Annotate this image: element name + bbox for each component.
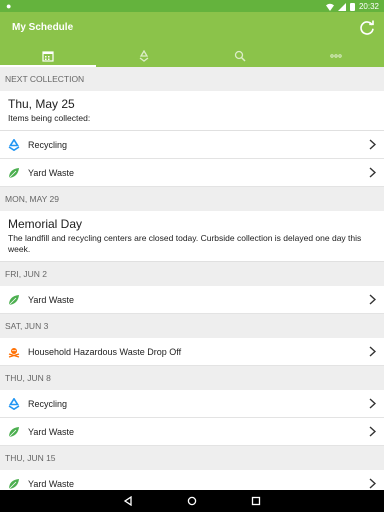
list-item-recycling[interactable]: Recycling <box>0 131 384 159</box>
item-label: Yard Waste <box>28 478 75 489</box>
leaf-icon <box>8 426 20 438</box>
leaf-icon <box>8 478 20 490</box>
item-label: Yard Waste <box>28 426 75 437</box>
leaf-icon <box>8 167 20 179</box>
refresh-icon[interactable] <box>358 19 376 37</box>
section-header: SAT, JUN 3 <box>0 314 384 338</box>
status-bar: ● 20:32 <box>0 0 384 12</box>
battery-icon <box>349 2 355 11</box>
location-pin-icon: ● <box>6 1 12 11</box>
recycle-icon <box>8 397 20 410</box>
wifi-icon <box>325 3 334 11</box>
section-header: NEXT COLLECTION <box>0 67 384 91</box>
chevron-right-icon <box>369 346 376 357</box>
holiday-card: Memorial Day The landfill and recycling … <box>0 211 384 262</box>
list-item-yard-waste[interactable]: Yard Waste <box>0 470 384 490</box>
chevron-right-icon <box>369 398 376 409</box>
item-label: Recycling <box>28 398 68 409</box>
section-header: MON, MAY 29 <box>0 187 384 211</box>
back-icon[interactable] <box>123 496 133 506</box>
system-nav-bar <box>0 490 384 512</box>
section-header: THU, JUN 8 <box>0 366 384 390</box>
more-icon <box>330 54 342 58</box>
list-item-hazardous-waste[interactable]: Household Hazardous Waste Drop Off <box>0 338 384 366</box>
calendar-icon <box>42 51 54 62</box>
tab-bar <box>0 45 384 67</box>
list-item-yard-waste[interactable]: Yard Waste <box>0 286 384 314</box>
chevron-right-icon <box>369 426 376 437</box>
home-icon[interactable] <box>187 496 197 506</box>
item-label: Yard Waste <box>28 294 75 305</box>
item-label: Yard Waste <box>28 167 75 178</box>
page-title: My Schedule <box>12 22 74 33</box>
signal-icon <box>337 2 346 11</box>
status-time: 20:32 <box>358 2 379 11</box>
chevron-right-icon <box>369 294 376 305</box>
list-item-yard-waste[interactable]: Yard Waste <box>0 159 384 187</box>
collection-subtitle: Items being collected: <box>8 113 91 123</box>
recycle-icon <box>139 50 149 62</box>
section-header: FRI, JUN 2 <box>0 262 384 286</box>
section-header: THU, JUN 15 <box>0 446 384 470</box>
schedule-list: NEXT COLLECTION Thu, May 25 Items being … <box>0 67 384 490</box>
holiday-notice: The landfill and recycling centers are c… <box>8 233 362 254</box>
item-label: Household Hazardous Waste Drop Off <box>28 346 182 357</box>
item-label: Recycling <box>28 139 68 150</box>
tab-more[interactable] <box>288 45 384 67</box>
list-item-recycling[interactable]: Recycling <box>0 390 384 418</box>
tab-schedule[interactable] <box>0 45 96 67</box>
tab-search[interactable] <box>192 45 288 67</box>
leaf-icon <box>8 294 20 306</box>
holiday-title: Memorial Day <box>8 217 83 231</box>
tab-recycling[interactable] <box>96 45 192 67</box>
collection-date: Thu, May 25 <box>8 97 75 111</box>
collection-card: Thu, May 25 Items being collected: <box>0 91 384 131</box>
chevron-right-icon <box>369 139 376 150</box>
app-bar: My Schedule <box>0 12 384 45</box>
list-item-yard-waste[interactable]: Yard Waste <box>0 418 384 446</box>
chevron-right-icon <box>369 478 376 489</box>
recycle-icon <box>8 138 20 151</box>
chevron-right-icon <box>369 167 376 178</box>
hazard-icon <box>8 346 20 358</box>
recents-icon[interactable] <box>251 496 261 506</box>
search-icon <box>234 50 246 62</box>
